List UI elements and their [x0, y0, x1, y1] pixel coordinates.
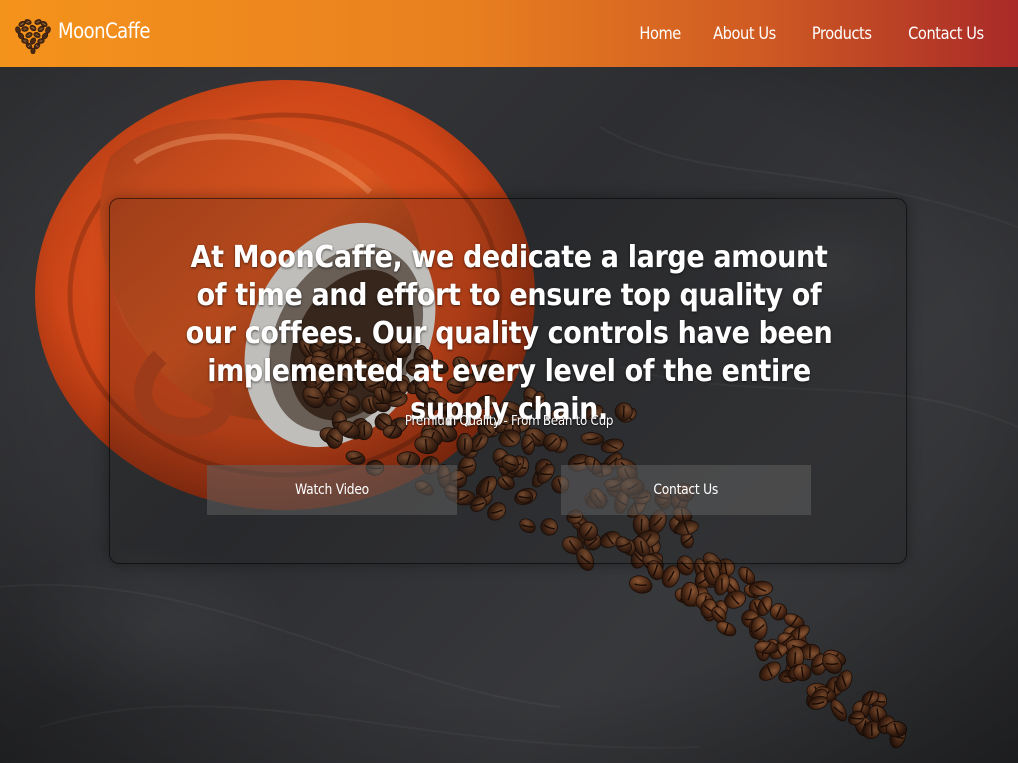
contact-us-button-label: Contact Us — [653, 482, 719, 498]
hero-card: At MoonCaffe, we dedicate a large amount… — [109, 198, 907, 564]
top-navbar: MoonCaffe Home About Us Products Contact… — [0, 0, 1018, 67]
brand-home-link[interactable]: MoonCaffe — [13, 13, 165, 55]
contact-us-button[interactable]: Contact Us — [561, 465, 811, 515]
nav-item-about-us[interactable]: About Us — [713, 24, 776, 44]
nav-item-home[interactable]: Home — [639, 24, 681, 44]
hero-headline: At MoonCaffe, we dedicate a large amount… — [185, 240, 833, 427]
hero-tagline: Premium Quality - From Bean to Cup — [404, 413, 614, 429]
main-nav: Home About Us Products Contact Us — [636, 0, 990, 67]
watch-video-button[interactable]: Watch Video — [207, 465, 457, 515]
nav-item-contact-us[interactable]: Contact Us — [908, 24, 984, 44]
hero-section: At MoonCaffe, we dedicate a large amount… — [0, 67, 1018, 763]
nav-item-products[interactable]: Products — [812, 24, 872, 44]
coffee-bean-heart-icon — [15, 19, 51, 54]
watch-video-button-label: Watch Video — [295, 482, 369, 498]
brand-name: MoonCaffe — [58, 19, 151, 43]
